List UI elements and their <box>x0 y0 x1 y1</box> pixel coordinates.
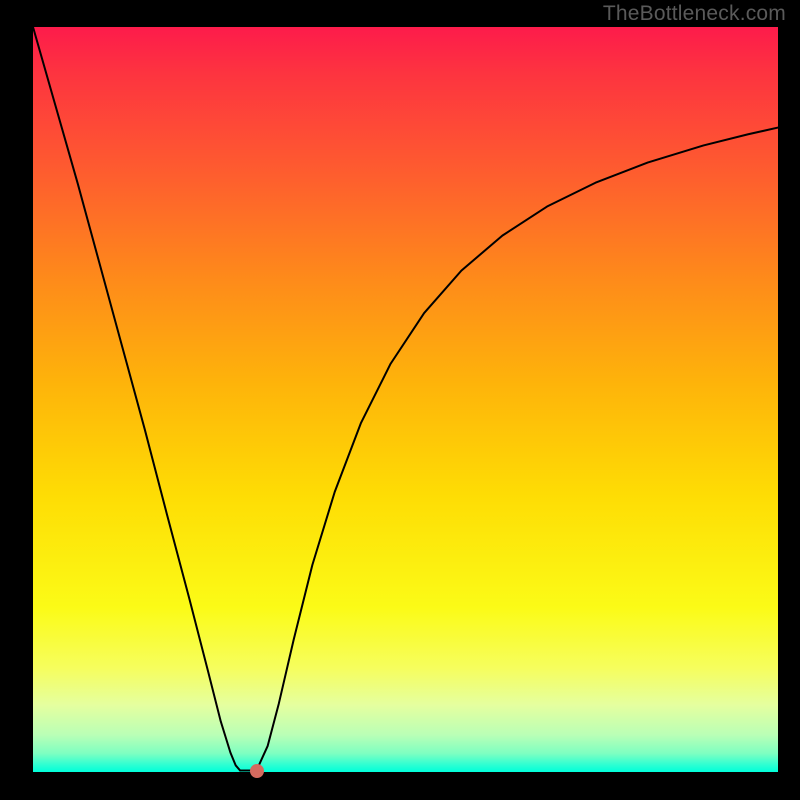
curve-svg <box>33 27 778 772</box>
curve-right-path <box>257 128 779 771</box>
watermark-text: TheBottleneck.com <box>603 2 786 26</box>
plot-area <box>33 27 778 772</box>
curve-left-path <box>33 27 240 771</box>
minimum-marker <box>250 764 264 778</box>
chart-container: TheBottleneck.com <box>0 0 800 800</box>
